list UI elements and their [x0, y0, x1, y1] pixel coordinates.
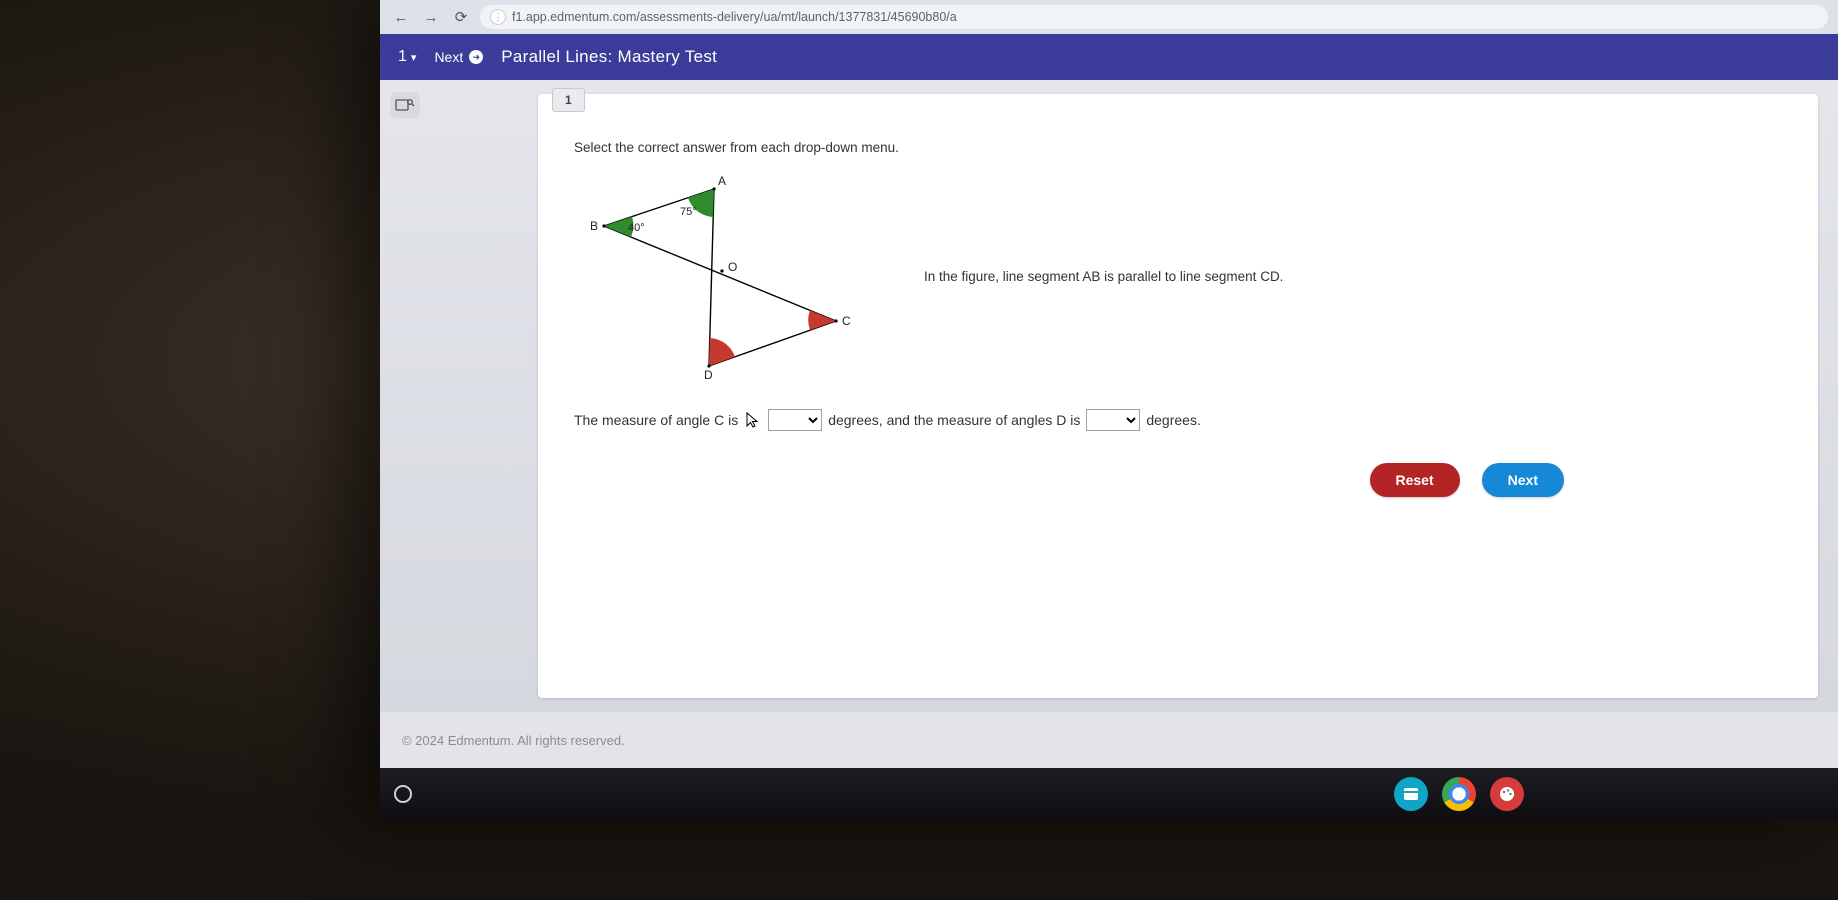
url-text: f1.app.edmentum.com/assessments-delivery… [512, 10, 957, 24]
next-button[interactable]: Next [1482, 463, 1564, 497]
forward-icon[interactable]: → [420, 6, 442, 28]
angle-c-dropdown[interactable] [768, 409, 822, 431]
question-card: 1 Select the correct answer from each dr… [538, 94, 1818, 698]
assessment-title: Parallel Lines: Mastery Test [501, 47, 717, 67]
point-B-label: B [590, 219, 598, 233]
tools-icon [395, 97, 415, 113]
answer-sentence: The measure of angle C is degrees, and t… [574, 409, 1784, 431]
laptop-screen: ← → ⟳ ⋮ f1.app.edmentum.com/assessments-… [380, 0, 1838, 820]
header-next-button[interactable]: Next ➜ [434, 49, 483, 65]
card-icon [1403, 787, 1419, 801]
point-O-label: O [728, 260, 737, 274]
angle-B-label: 40° [628, 222, 645, 234]
footer: © 2024 Edmentum. All rights reserved. [380, 712, 1838, 768]
sentence-part-1: The measure of angle C is [574, 412, 738, 428]
taskbar-chrome[interactable] [1442, 777, 1476, 811]
cursor-icon [744, 411, 762, 429]
site-info-icon[interactable]: ⋮ [490, 9, 506, 25]
copyright-text: © 2024 Edmentum. All rights reserved. [402, 733, 625, 748]
content-area: 1 Select the correct answer from each dr… [380, 80, 1838, 712]
tools-button[interactable] [390, 92, 420, 118]
taskbar-app-1[interactable] [1394, 777, 1428, 811]
reset-button[interactable]: Reset [1370, 463, 1460, 497]
back-icon[interactable]: ← [390, 6, 412, 28]
arrow-right-icon: ➜ [469, 50, 483, 64]
reload-icon[interactable]: ⟳ [450, 6, 472, 28]
launcher-icon[interactable] [394, 785, 412, 803]
geometry-figure: A B O C D 75° 40° [574, 171, 854, 381]
action-buttons: Reset Next [574, 463, 1784, 497]
point-C-label: C [842, 314, 851, 328]
figure-statement: In the figure, line segment AB is parall… [924, 269, 1283, 284]
point-D-label: D [704, 368, 713, 381]
address-bar[interactable]: ⋮ f1.app.edmentum.com/assessments-delive… [480, 5, 1828, 29]
chevron-down-icon: ▾ [411, 51, 417, 64]
question-selector[interactable]: 1 ▾ [398, 48, 416, 66]
taskbar-app-3[interactable] [1490, 777, 1524, 811]
palette-icon [1498, 785, 1516, 803]
taskbar [380, 768, 1838, 820]
instruction-text: Select the correct answer from each drop… [574, 140, 1784, 155]
question-tab[interactable]: 1 [552, 88, 585, 112]
browser-toolbar: ← → ⟳ ⋮ f1.app.edmentum.com/assessments-… [380, 0, 1838, 34]
angle-d-dropdown[interactable] [1086, 409, 1140, 431]
app-header: 1 ▾ Next ➜ Parallel Lines: Mastery Test [380, 34, 1838, 80]
angle-A-label: 75° [680, 206, 697, 218]
sentence-part-3: degrees. [1146, 412, 1200, 428]
point-A-label: A [718, 174, 726, 188]
sentence-part-2: degrees, and the measure of angles D is [828, 412, 1080, 428]
